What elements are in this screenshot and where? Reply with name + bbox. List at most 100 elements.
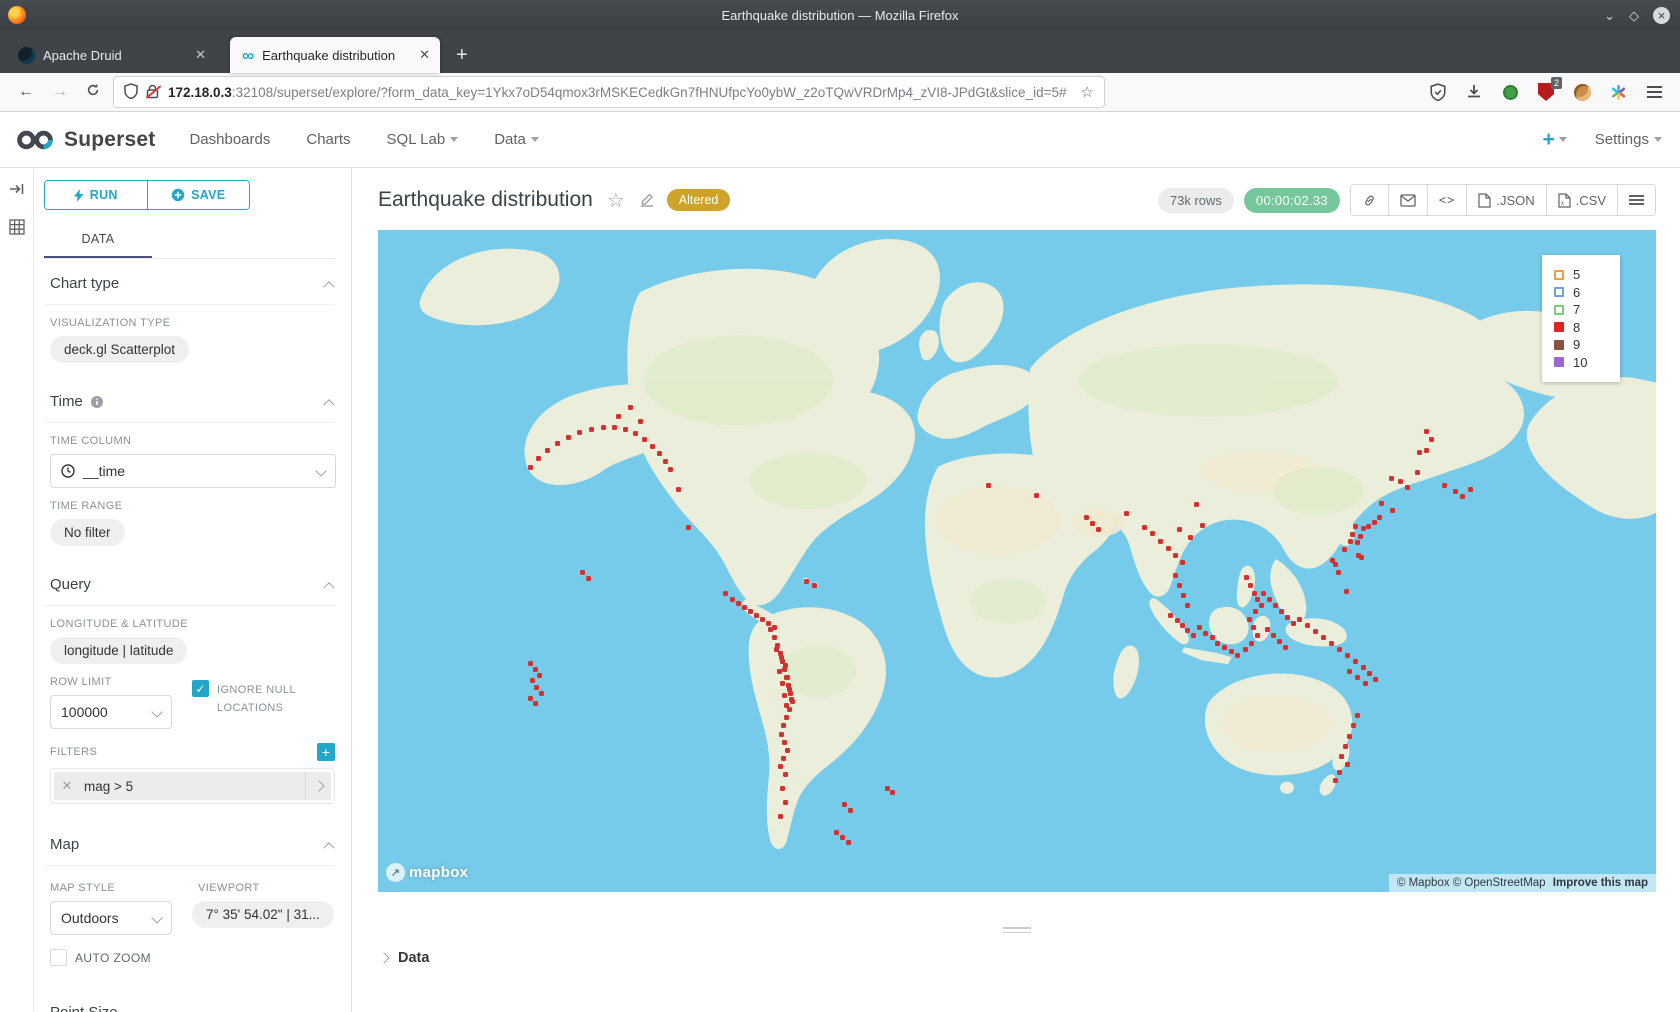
section-query[interactable]: Query [44,560,335,605]
earthquake-point [772,635,777,640]
earthquake-point [1248,583,1253,588]
map-style-select[interactable]: Outdoors [50,901,172,935]
ublock-badge: 2 [1551,77,1562,89]
nav-data[interactable]: Data [494,131,539,148]
altered-badge: Altered [667,189,731,211]
tab-apache-druid[interactable]: Apache Druid ✕ [6,37,216,73]
improve-map-link[interactable]: Improve this map [1553,877,1648,889]
earthquake-point [1255,597,1260,602]
expand-filter-icon[interactable] [305,772,331,800]
resize-handle[interactable] [1003,924,1031,936]
section-map[interactable]: Map [44,820,335,865]
tracking-shield-icon[interactable] [124,83,138,102]
remove-filter-icon[interactable]: ✕ [54,778,80,794]
earthquake-point [785,748,790,753]
ignore-null-checkbox[interactable]: ✓ [192,680,209,697]
earthquake-point [1173,573,1178,578]
run-button[interactable]: RUN [45,181,147,209]
earthquake-point [783,800,788,805]
section-chart-type[interactable]: Chart type [44,259,335,304]
earthquake-point [1353,659,1358,664]
earthquake-point [1175,618,1180,623]
earthquake-point [1417,450,1422,455]
legend-swatch-icon [1554,305,1564,315]
insecure-lock-icon[interactable] [146,84,160,100]
menu-icon[interactable] [1644,82,1664,102]
email-button[interactable] [1389,185,1428,215]
embed-code-button[interactable]: <> [1428,185,1467,215]
earthquake-point [1283,645,1288,650]
earthquake-point [1313,629,1318,634]
viz-type-pill[interactable]: deck.gl Scatterplot [50,336,189,363]
back-icon[interactable]: ← [18,83,34,101]
earthquake-point [1424,448,1429,453]
earthquake-point [1096,527,1101,532]
auto-zoom-checkbox[interactable] [50,949,67,966]
section-point-size[interactable]: Point Size [44,988,335,1012]
filter-chip[interactable]: ✕ mag > 5 [54,772,331,800]
earthquake-point [788,691,793,696]
row-limit-select[interactable]: 100000 [50,695,172,729]
attribution-text[interactable]: © Mapbox © OpenStreetMap [1397,877,1546,889]
nav-sql-lab[interactable]: SQL Lab [387,131,459,148]
ublock-icon[interactable]: 2 [1536,82,1556,102]
earthquake-point [1344,589,1349,594]
earthquake-point [1297,617,1302,622]
downloads-icon[interactable] [1464,82,1484,102]
earthquake-point [555,441,560,446]
earthquake-point [1405,485,1410,490]
viewport-pill[interactable]: 7° 35' 54.02" | 31... [192,901,334,928]
superset-logo[interactable]: Superset [14,128,155,152]
export-csv-button[interactable]: x .CSV [1547,185,1618,215]
earthquake-point [1210,635,1215,640]
window-close-icon[interactable]: × [1653,7,1670,24]
favorite-star-icon[interactable]: ☆ [607,188,625,213]
new-item-button[interactable]: + [1543,128,1567,152]
window-minimize-icon[interactable]: ⌄ [1604,9,1615,22]
data-panel-toggle[interactable]: Data [380,950,429,966]
time-range-pill[interactable]: No filter [50,519,125,546]
legend-item: 5 [1554,266,1608,284]
earthquake-point [534,685,539,690]
mapbox-logo[interactable]: ↗ mapbox [386,863,468,882]
nav-charts[interactable]: Charts [306,131,350,148]
settings-menu[interactable]: Settings [1595,131,1662,148]
extension-pinwheel-icon[interactable] [1608,82,1628,102]
lonlat-pill[interactable]: longitude | latitude [50,637,187,664]
tab-data[interactable]: DATA [44,224,152,258]
edit-properties-icon[interactable] [639,192,655,208]
collapse-panel-icon[interactable] [9,182,25,201]
earthquake-point [778,764,783,769]
bookmark-star-icon[interactable]: ☆ [1081,83,1094,101]
earthquake-point [537,673,542,678]
chevron-up-icon [323,582,334,593]
forward-icon[interactable]: → [52,83,68,101]
new-tab-button[interactable]: + [456,44,468,67]
cookie-extension-icon[interactable] [1572,82,1592,102]
earthquake-point [577,430,582,435]
copy-link-button[interactable] [1351,185,1389,215]
save-button[interactable]: SAVE [148,181,250,209]
earthquake-point [650,444,655,449]
tab-earthquake-distribution[interactable]: ∞ Earthquake distribution ✕ [230,37,440,73]
earthquake-point [1366,524,1371,529]
reload-icon[interactable] [86,83,100,102]
window-maximize-icon[interactable]: ◇ [1629,9,1639,22]
export-json-button[interactable]: .JSON [1467,185,1546,215]
nav-dashboards[interactable]: Dashboards [189,131,270,148]
earthquake-point [782,693,787,698]
dataset-grid-icon[interactable] [9,219,25,240]
earthquake-point [1453,489,1458,494]
earthquake-point [1249,641,1254,646]
account-shield-icon[interactable] [1428,82,1448,102]
url-input[interactable]: 172.18.0.3:32108/superset/explore/?form_… [114,77,1104,107]
extension-green-icon[interactable] [1500,82,1520,102]
row-limit-label: ROW LIMIT [50,676,192,688]
tab-close-icon[interactable]: ✕ [195,47,206,63]
add-filter-button[interactable]: + [317,743,335,761]
chart-menu-button[interactable] [1618,185,1655,215]
time-column-select[interactable]: __time [50,454,336,488]
deckgl-map[interactable]: 5678910 ↗ mapbox © Mapbox © OpenStreetMa… [378,230,1656,892]
section-time[interactable]: Time [44,377,335,422]
tab-close-icon[interactable]: ✕ [419,47,430,63]
